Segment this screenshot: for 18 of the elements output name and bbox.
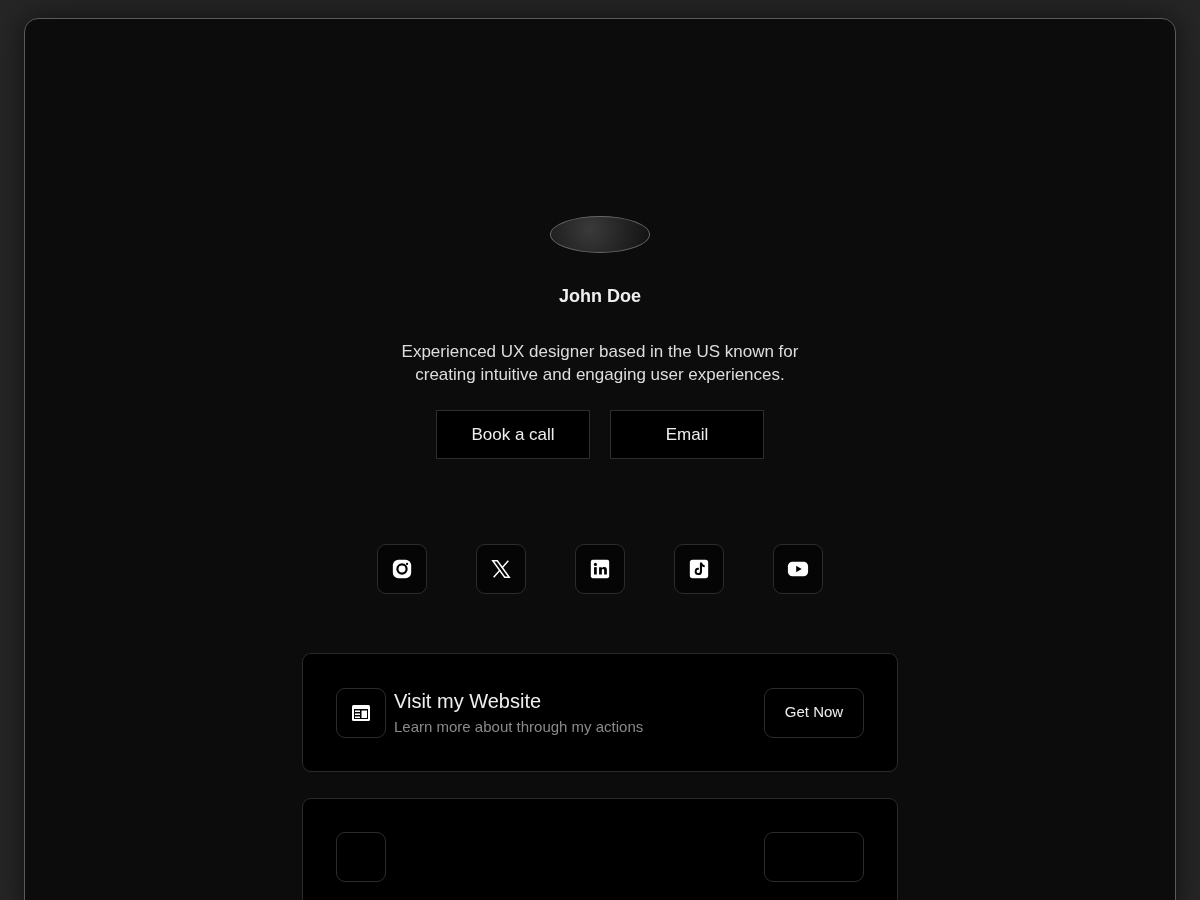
card-title: Visit my Website — [394, 689, 543, 715]
social-link[interactable] — [575, 544, 625, 594]
browser-window-icon — [351, 703, 371, 722]
icon-tile — [336, 832, 386, 882]
profile-bio: Experienced UX designer based in the US known for creating intuitive and engaging user experiences. — [400, 341, 800, 386]
social-link[interactable] — [476, 544, 526, 594]
tiktok-icon — [688, 558, 710, 580]
social-link[interactable] — [674, 544, 724, 594]
linkedin-icon — [589, 558, 611, 580]
instagram-icon — [391, 558, 413, 580]
x-logo-icon — [490, 558, 512, 580]
get-button[interactable]: Get Now — [764, 687, 864, 738]
action-button[interactable]: Book a call — [436, 410, 590, 459]
action-button[interactable]: Email — [610, 410, 764, 459]
social-link[interactable] — [773, 544, 823, 594]
card-subtitle: Learn more about through my actions — [394, 717, 645, 738]
social-link[interactable] — [377, 544, 427, 594]
profile-name: John Doe — [559, 285, 641, 308]
